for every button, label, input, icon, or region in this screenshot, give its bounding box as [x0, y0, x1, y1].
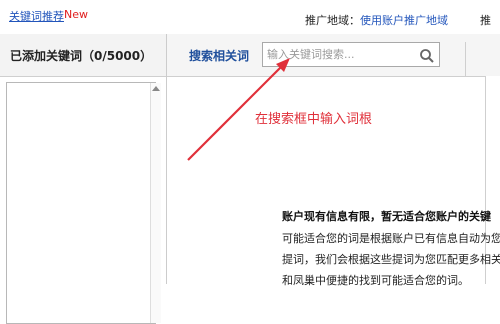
- added-keywords-title: 已添加关键词（0/5000）: [10, 49, 153, 63]
- added-keywords-list[interactable]: [6, 82, 161, 324]
- keyword-recommend-link[interactable]: 关键词推荐: [9, 8, 64, 24]
- annotation-text: 在搜索框中输入词根: [255, 112, 373, 127]
- new-badge: New: [64, 8, 88, 21]
- scroll-up-icon[interactable]: [152, 86, 160, 91]
- truncated-label: 推: [480, 14, 491, 27]
- message-line: 提词，我们会根据这些提词为您匹配更多相关: [282, 253, 500, 266]
- message-title: 账户现有信息有限，暂无适合您账户的关键: [282, 210, 491, 223]
- added-keywords-panel: 已添加关键词（0/5000）: [0, 34, 166, 324]
- region-link[interactable]: 使用账户推广地域: [360, 12, 448, 28]
- top-bar: 关键词推荐 New 推广地域： 使用账户推广地域 推: [0, 0, 500, 35]
- added-keywords-scrollbar[interactable]: [150, 83, 161, 323]
- message-line: 和凤巢中便捷的找到可能适合您的词。: [282, 274, 469, 287]
- search-icon[interactable]: [419, 48, 435, 64]
- region-label: 推广地域：: [305, 14, 360, 27]
- message-line: 可能适合您的词是根据账户已有信息自动为您: [282, 232, 500, 245]
- added-keywords-header: 已添加关键词（0/5000）: [0, 34, 166, 77]
- header-edge-panel: [465, 42, 500, 76]
